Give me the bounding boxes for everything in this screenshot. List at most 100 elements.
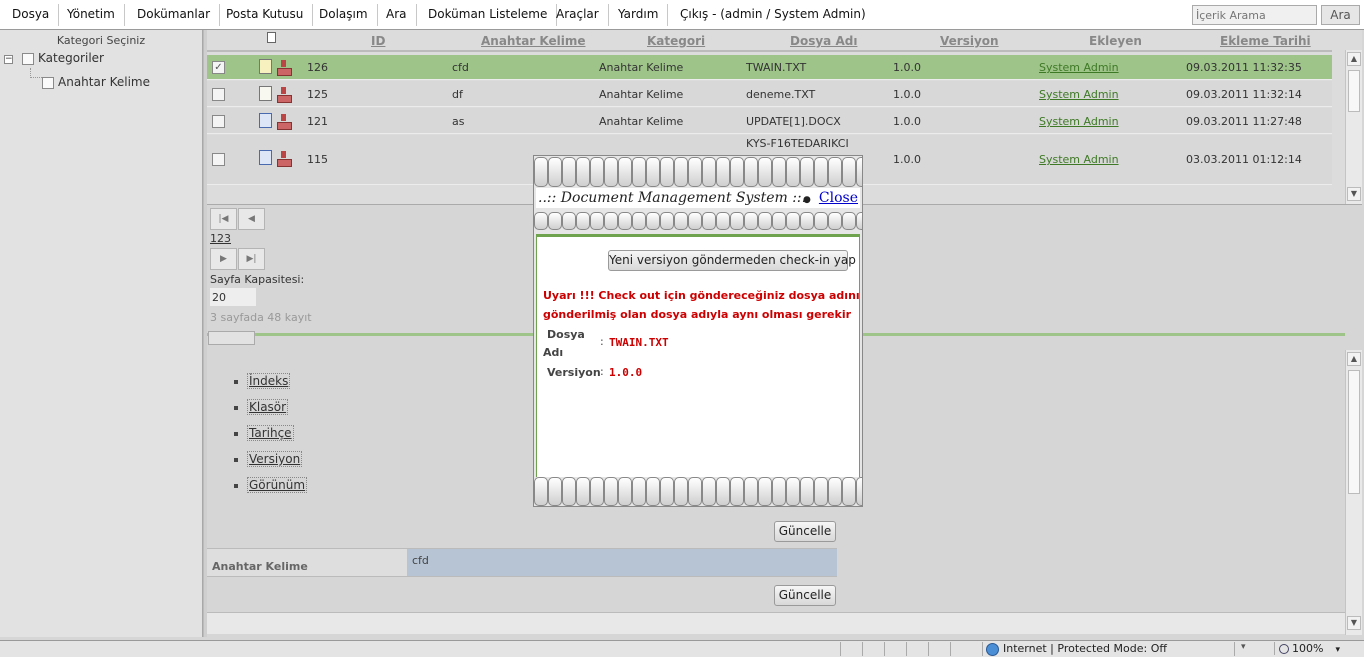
scroll-up-icon[interactable]: ▲: [1347, 352, 1361, 366]
scroll-thumb[interactable]: [1348, 370, 1360, 494]
col-header-date[interactable]: Ekleme Tarihi: [1220, 34, 1311, 48]
row-checkbox[interactable]: [212, 153, 225, 166]
page-numbers[interactable]: 123: [210, 232, 231, 245]
update-button-top[interactable]: Güncelle: [774, 521, 836, 542]
security-zone[interactable]: Internet | Protected Mode: Off: [982, 642, 1232, 656]
border-tile: [856, 157, 862, 187]
scroll-down-icon[interactable]: ▼: [1347, 187, 1361, 201]
first-page-button[interactable]: |◀: [210, 208, 237, 230]
border-tile: [828, 212, 842, 230]
table-row[interactable]: ✓ 126 cfd Anahtar Kelime TWAIN.TXT 1.0.0…: [207, 55, 1332, 80]
dialog-title-bar: ..:: Document Management System ::.. ● Cl…: [536, 188, 860, 208]
col-header-id[interactable]: ID: [371, 34, 385, 48]
nav-versiyon[interactable]: Versiyon: [234, 451, 303, 467]
scroll-up-icon[interactable]: ▲: [1347, 52, 1361, 66]
dialog-title: ..:: Document Management System ::..: [538, 190, 811, 206]
check-in-dialog: ..:: Document Management System ::.. ● Cl…: [533, 155, 863, 507]
update-button-bottom[interactable]: Güncelle: [774, 585, 836, 606]
col-header-category[interactable]: Kategori: [647, 34, 705, 48]
cell-date: 09.03.2011 11:32:35: [1186, 61, 1302, 74]
col-header-keyword[interactable]: Anahtar Kelime: [481, 34, 586, 48]
page-size-input[interactable]: [210, 288, 256, 306]
col-header-filename[interactable]: Dosya Adı: [790, 34, 857, 48]
zoom-control[interactable]: 100% ▾: [1274, 642, 1362, 655]
download-icon[interactable]: [276, 87, 292, 103]
globe-icon: [986, 642, 999, 656]
document-icon[interactable]: [259, 59, 272, 74]
cell-keyword: as: [452, 115, 465, 128]
prev-page-button[interactable]: ◀: [238, 208, 265, 230]
col-header-version[interactable]: Versiyon: [940, 34, 999, 48]
menu-posta-kutusu[interactable]: Posta Kutusu: [217, 4, 314, 26]
decorative-border-top: [534, 157, 862, 187]
table-row[interactable]: 121 as Anahtar Kelime UPDATE[1].DOCX 1.0…: [207, 108, 1332, 134]
menu-dokuman-listeleme[interactable]: Doküman Listeleme: [419, 4, 558, 26]
word-doc-icon[interactable]: [259, 113, 272, 128]
border-tile: [758, 212, 772, 230]
border-tile: [548, 477, 562, 506]
nav-gorunum[interactable]: Görünüm: [234, 477, 308, 493]
protected-mode-dropdown[interactable]: ▾: [1234, 642, 1272, 656]
row-checkbox[interactable]: [212, 88, 225, 101]
detail-horizontal-scrollbar[interactable]: [207, 612, 1345, 634]
detail-scrollbar[interactable]: ▲ ▼: [1345, 350, 1362, 635]
border-tile: [618, 477, 632, 506]
tree-collapse-icon[interactable]: −: [4, 55, 13, 64]
keyword-value-field[interactable]: cfd: [407, 548, 837, 577]
border-tile: [702, 477, 716, 506]
col-header-added-by[interactable]: Ekleyen: [1089, 34, 1142, 48]
border-tile: [814, 157, 828, 187]
table-row[interactable]: 125 df Anahtar Kelime deneme.TXT 1.0.0 S…: [207, 81, 1332, 107]
scroll-thumb[interactable]: [1348, 70, 1360, 112]
cell-category: Anahtar Kelime: [599, 88, 684, 101]
border-tile: [842, 477, 856, 506]
cell-category: Anahtar Kelime: [599, 61, 684, 74]
last-page-button[interactable]: ▶|: [238, 248, 265, 270]
search-button[interactable]: Ara: [1321, 5, 1360, 25]
category-panel-title: Kategori Seçiniz: [56, 34, 146, 47]
cell-added-by-link[interactable]: System Admin: [1039, 115, 1119, 128]
tree-item-kategoriler[interactable]: Kategoriler: [22, 51, 104, 65]
cell-id: 115: [307, 153, 328, 166]
row-checkbox[interactable]: [212, 115, 225, 128]
menu-dosya[interactable]: Dosya: [3, 4, 60, 26]
nav-klasor[interactable]: Klasör: [234, 399, 289, 415]
row-checkbox[interactable]: ✓: [212, 61, 225, 74]
content-search-input[interactable]: [1192, 5, 1317, 25]
next-page-button[interactable]: ▶: [210, 248, 237, 270]
cell-added-by-link[interactable]: System Admin: [1039, 61, 1119, 74]
text-document-icon[interactable]: [259, 86, 272, 101]
keyword-label: Anahtar Kelime: [207, 548, 407, 577]
menu-dokumanlar[interactable]: Dokümanlar: [128, 4, 221, 26]
border-tile: [800, 157, 814, 187]
menu-ara[interactable]: Ara: [377, 4, 417, 26]
download-icon[interactable]: [276, 60, 292, 76]
border-tile: [786, 157, 800, 187]
checkin-without-new-version-button[interactable]: Yeni versiyon göndermeden check-in yap: [608, 250, 856, 271]
menu-araclar[interactable]: Araçlar: [547, 4, 609, 26]
splitter-handle[interactable]: [208, 331, 255, 345]
nav-indeks[interactable]: İndeks: [234, 373, 291, 389]
download-icon[interactable]: [276, 114, 292, 130]
cell-added-by-link[interactable]: System Admin: [1039, 88, 1119, 101]
scroll-down-icon[interactable]: ▼: [1347, 616, 1361, 630]
cell-id: 125: [307, 88, 328, 101]
border-tile: [604, 477, 618, 506]
tree-item-anahtar-kelime[interactable]: Anahtar Kelime: [42, 75, 150, 89]
menu-yardim[interactable]: Yardım: [609, 4, 669, 26]
nav-tarihce[interactable]: Tarihçe: [234, 425, 294, 441]
border-tile: [856, 477, 862, 506]
cell-version: 1.0.0: [893, 88, 921, 101]
download-icon[interactable]: [276, 151, 292, 167]
border-tile: [758, 157, 772, 187]
grid-scrollbar[interactable]: ▲ ▼: [1345, 50, 1362, 204]
menu-cikis[interactable]: Çıkış - (admin / System Admin): [671, 4, 875, 26]
cell-added-by-link[interactable]: System Admin: [1039, 153, 1119, 166]
border-tile: [744, 212, 758, 230]
border-tile: [534, 477, 548, 506]
close-link[interactable]: ● Close: [803, 188, 858, 210]
menu-yonetim[interactable]: Yönetim: [58, 4, 125, 26]
menu-dolasim[interactable]: Dolaşım: [310, 4, 378, 26]
word-doc-icon[interactable]: [259, 150, 272, 165]
border-tile: [632, 212, 646, 230]
